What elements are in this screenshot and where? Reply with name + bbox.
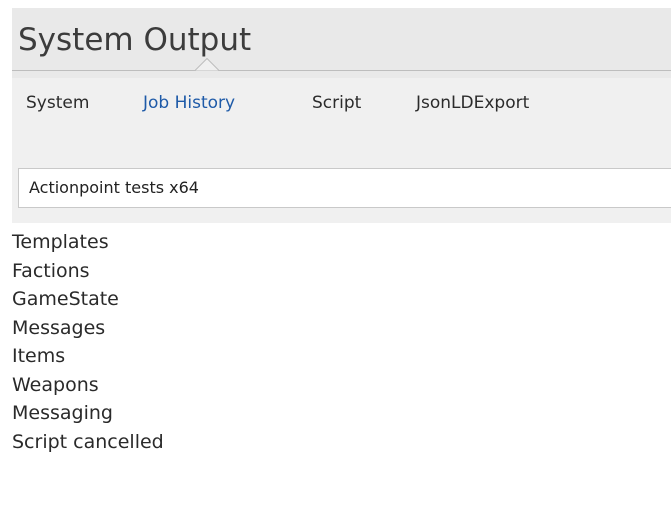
tab-bar: System Job History Script JsonLDExport	[12, 88, 671, 132]
tab-script[interactable]: Script	[312, 88, 361, 118]
system-output-header: System Output System Job History Script …	[12, 8, 671, 223]
output-line: Weapons	[12, 373, 99, 396]
job-selector-field[interactable]: Actionpoint tests x64	[18, 168, 671, 208]
system-output-window: System Output System Job History Script …	[0, 0, 671, 506]
window-title: System Output	[18, 22, 252, 58]
active-tab-indicator	[195, 58, 219, 71]
output-log: Templates Factions GameState Messages It…	[12, 228, 671, 456]
tab-job-history[interactable]: Job History	[143, 88, 235, 118]
top-strip	[0, 0, 671, 8]
output-line: Messaging	[12, 402, 113, 424]
tab-system[interactable]: System	[26, 88, 89, 118]
output-line: Items	[12, 345, 66, 367]
output-line: Messages	[12, 316, 106, 339]
job-selector-value: Actionpoint tests x64	[29, 178, 199, 197]
output-line: Script cancelled	[12, 430, 164, 453]
output-line: Factions	[12, 259, 90, 282]
output-line: Templates	[12, 231, 109, 253]
tab-jsonldexport[interactable]: JsonLDExport	[416, 88, 529, 118]
tab-underline	[12, 70, 671, 71]
output-line: GameState	[12, 288, 119, 310]
